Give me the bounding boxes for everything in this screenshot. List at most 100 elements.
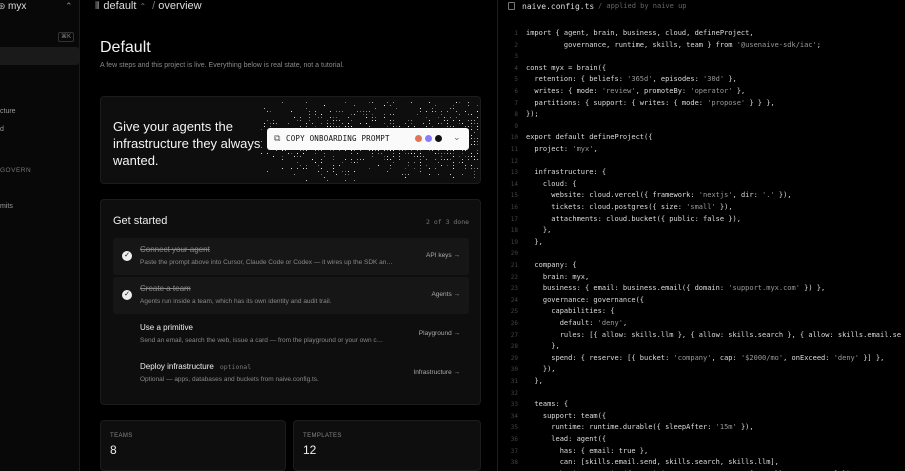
line-number: 1 [514, 30, 518, 37]
dot [432, 108, 433, 109]
dot [411, 102, 412, 103]
dot [399, 150, 400, 151]
dot [474, 171, 475, 172]
dot [471, 156, 472, 157]
dot [426, 165, 427, 166]
sidebar-item-infrastructure[interactable]: cture [0, 108, 16, 115]
dot [333, 150, 334, 151]
dot [372, 114, 373, 115]
dot [459, 114, 460, 115]
dot [351, 159, 352, 160]
command-shortcut-badge[interactable]: ⌘K [58, 32, 74, 42]
line-number: 34 [510, 412, 518, 420]
dot [369, 111, 370, 112]
dot [462, 123, 463, 124]
dot [477, 168, 478, 169]
dot [474, 120, 475, 121]
dot [456, 117, 457, 118]
dot [282, 102, 283, 103]
stat-card-teams[interactable]: TEAMS 8 [100, 420, 286, 471]
dot [405, 123, 406, 124]
dot [408, 162, 409, 163]
breadcrumb-project[interactable]: default [103, 0, 136, 12]
dot [405, 153, 406, 154]
dot [480, 150, 481, 151]
dot [393, 102, 394, 103]
dot [354, 114, 355, 115]
dot [471, 165, 472, 166]
dot [363, 159, 364, 160]
page-subtitle: A few steps and this project is live. Ev… [100, 62, 344, 69]
dot [468, 156, 469, 157]
dot [366, 123, 367, 124]
dot [438, 162, 439, 163]
workspace-switcher[interactable]: ⊛ myx ⌃ [0, 0, 80, 14]
code-line: brain: myx, [526, 272, 590, 281]
dot [432, 111, 433, 112]
dot [261, 129, 262, 130]
dot [303, 153, 304, 154]
step-use-primitive[interactable]: Use a primitive Send an email, search th… [113, 316, 469, 353]
step-deploy-infrastructure[interactable]: Deploy infrastructure optional Optional —… [113, 355, 469, 392]
dot [435, 168, 436, 169]
dot [321, 168, 322, 169]
optional-badge: optional [219, 363, 252, 371]
dot [327, 123, 328, 124]
chevron-down-icon[interactable]: ⌄ [453, 132, 461, 143]
sidebar-item-limits[interactable]: mits [0, 203, 13, 210]
dot [306, 165, 307, 166]
dot [339, 111, 340, 112]
dot [471, 126, 472, 127]
dot [318, 165, 319, 166]
line-number: 13 [510, 169, 518, 177]
step-connect-agent[interactable]: ✓ Connect your agent Paste the prompt ab… [113, 238, 469, 275]
dot [351, 126, 352, 127]
step-action-link[interactable]: Playground → [419, 330, 460, 337]
dot [420, 156, 421, 157]
copy-onboarding-prompt-button[interactable]: ⧉ COPY ONBOARDING PROMPT ⌄ [267, 128, 469, 150]
chevron-updown-icon[interactable]: ⌃ [139, 2, 146, 11]
dot [426, 117, 427, 118]
code-line: const myx = brain({ [526, 63, 607, 72]
step-action-link[interactable]: Agents → [431, 291, 460, 298]
step-description: Agents run inside a team, which has its … [140, 298, 332, 305]
dot [462, 153, 463, 154]
stat-card-templates[interactable]: TEMPLATES 12 [293, 420, 481, 471]
dot [351, 150, 352, 151]
dot [477, 138, 478, 139]
step-action-link[interactable]: API keys → [426, 252, 460, 259]
line-number: 16 [510, 204, 518, 211]
dot [261, 141, 262, 142]
step-create-team[interactable]: ✓ Create a team Agents run inside a team… [113, 277, 469, 314]
dot [426, 111, 427, 112]
dot [333, 168, 334, 169]
dot [453, 165, 454, 166]
line-number: 17 [510, 215, 518, 223]
dot [480, 141, 481, 142]
file-icon [508, 2, 515, 10]
dot [459, 120, 460, 121]
line-number: 10 [510, 134, 518, 142]
dot [384, 117, 385, 118]
dot [405, 150, 406, 151]
dot [282, 156, 283, 157]
dot [459, 123, 460, 124]
dot [348, 174, 349, 175]
line-number: 21 [510, 262, 518, 269]
code-line: support: team({ [526, 411, 607, 420]
dot [366, 117, 367, 118]
check-icon: ✓ [122, 251, 132, 261]
dot [357, 111, 358, 112]
sidebar-item-playground[interactable]: d [0, 126, 4, 133]
dot [306, 102, 307, 103]
sidebar-item-overview[interactable] [0, 47, 79, 65]
dot [339, 150, 340, 151]
step-action-link[interactable]: Infrastructure → [413, 369, 460, 376]
dot [387, 102, 388, 103]
dot [375, 108, 376, 109]
dot [348, 171, 349, 172]
code-line: default: 'deny', [526, 319, 628, 327]
dot [420, 150, 421, 151]
dot [474, 141, 475, 142]
dot [357, 162, 358, 163]
